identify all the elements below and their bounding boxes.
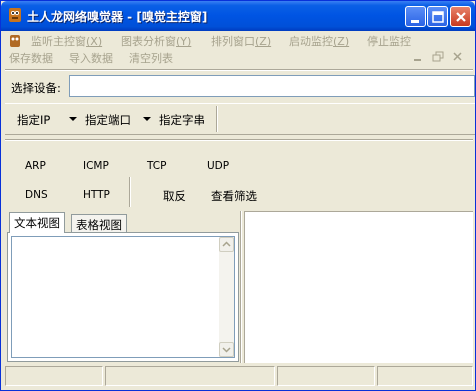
- tab-text-view[interactable]: 文本视图: [9, 212, 65, 233]
- status-bar: [5, 366, 473, 386]
- separator: [5, 139, 473, 141]
- toolbar-separator: [216, 106, 218, 132]
- close-button[interactable]: [450, 6, 471, 27]
- protocol-icmp-button[interactable]: ICMP: [83, 160, 109, 172]
- mdi-close-icon[interactable]: [451, 51, 465, 63]
- dropdown-arrow-icon[interactable]: [143, 117, 151, 121]
- menu-start-monitor[interactable]: 启动监控(Z): [289, 33, 349, 49]
- mdi-restore-icon[interactable]: [431, 51, 445, 63]
- status-cell: [5, 366, 103, 386]
- minimize-icon: [411, 20, 419, 23]
- toolbar-separator: [129, 177, 131, 207]
- menu-bar: 监听主控窗(X) 图表分析窗(Y) 排列窗口(Z) 启动监控(Z) 停止监控: [5, 32, 473, 49]
- menu-chart-window[interactable]: 图表分析窗(Y): [121, 33, 191, 49]
- filter-ip-button[interactable]: 指定IP: [17, 112, 50, 128]
- packet-text-view[interactable]: [11, 236, 235, 358]
- maximize-icon: [432, 11, 444, 23]
- dropdown-arrow-icon[interactable]: [69, 117, 77, 121]
- scroll-up-button[interactable]: [219, 237, 234, 252]
- window-title: 土人龙网络嗅觉器 - [嗅觉主控窗]: [27, 10, 208, 24]
- menu-stop-monitor[interactable]: 停止监控: [367, 33, 411, 49]
- maximize-button[interactable]: [427, 6, 448, 27]
- protocol-tcp-button[interactable]: TCP: [147, 160, 166, 172]
- tab-panel: [7, 232, 239, 362]
- filter-port-button[interactable]: 指定端口: [85, 112, 131, 128]
- scroll-up-icon: [222, 241, 231, 247]
- scroll-down-button[interactable]: [219, 342, 234, 357]
- mdi-minimize-icon[interactable]: [411, 51, 425, 63]
- protocol-http-button[interactable]: HTTP: [83, 189, 110, 201]
- content-panes: 文本视图 表格视图: [5, 211, 473, 363]
- right-pane[interactable]: [245, 211, 473, 363]
- left-pane: 文本视图 表格视图: [5, 211, 241, 363]
- app-icon[interactable]: [7, 7, 23, 23]
- tab-table-view[interactable]: 表格视图: [71, 214, 127, 232]
- close-icon: [456, 12, 466, 22]
- device-label: 选择设备:: [11, 81, 61, 95]
- filter-string-button[interactable]: 指定字串: [159, 112, 205, 128]
- vertical-scrollbar[interactable]: [219, 237, 234, 357]
- view-filter-button[interactable]: 查看筛选: [211, 188, 257, 204]
- invert-button[interactable]: 取反: [163, 188, 186, 204]
- device-select-field[interactable]: [69, 75, 475, 97]
- menu-save-data[interactable]: 保存数据: [9, 50, 53, 66]
- protocol-dns-button[interactable]: DNS: [25, 189, 48, 201]
- mdi-controls: [409, 51, 469, 65]
- minimize-button[interactable]: [405, 6, 426, 27]
- menu-monitor-window[interactable]: 监听主控窗(X): [31, 33, 102, 49]
- separator: [5, 69, 473, 71]
- menu-import-data[interactable]: 导入数据: [69, 50, 113, 66]
- menu-bar-2: 保存数据 导入数据 清空列表: [5, 49, 473, 67]
- title-bar[interactable]: 土人龙网络嗅觉器 - [嗅觉主控窗]: [1, 1, 475, 31]
- menu-arrange-windows[interactable]: 排列窗口(Z): [211, 33, 271, 49]
- status-cell: [377, 366, 473, 386]
- status-cell: [277, 366, 375, 386]
- main-window: 土人龙网络嗅觉器 - [嗅觉主控窗] 监听主控窗(X) 图表分析窗(Y) 排列窗…: [0, 0, 476, 391]
- mdi-child-icon[interactable]: [7, 33, 23, 49]
- protocol-arp-button[interactable]: ARP: [25, 160, 46, 172]
- status-cell: [105, 366, 275, 386]
- protocol-udp-button[interactable]: UDP: [207, 160, 229, 172]
- menu-clear-list[interactable]: 清空列表: [129, 50, 173, 66]
- filter-toolbar: 指定IP 指定端口 指定字串: [5, 103, 475, 135]
- scroll-down-icon: [222, 347, 231, 353]
